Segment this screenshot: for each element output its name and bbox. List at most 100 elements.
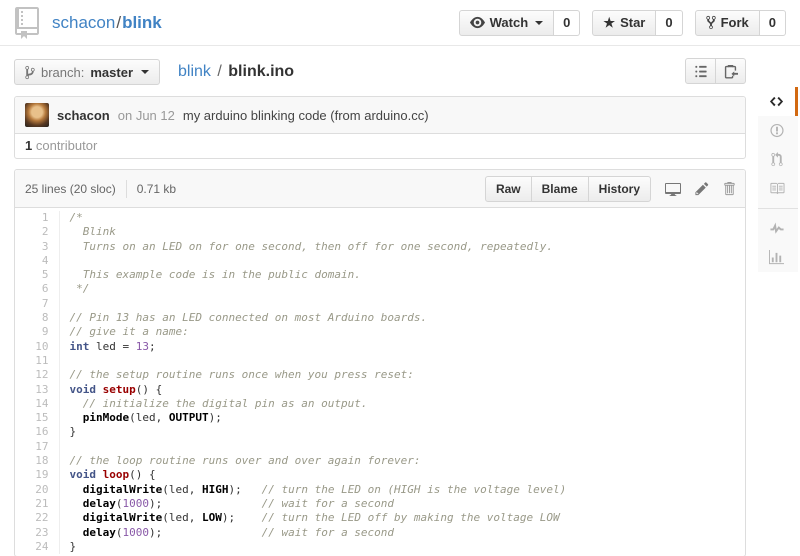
blame-button[interactable]: Blame: [531, 176, 589, 202]
contributors-row[interactable]: 1 contributor: [15, 134, 745, 158]
breadcrumb-separator: /: [215, 63, 223, 80]
code-view: 1/*2 Blink3 Turns on an LED on for one s…: [15, 208, 745, 556]
file-nav-actions: [685, 58, 746, 84]
code-line: 1/*: [15, 211, 745, 225]
open-in-desktop-button[interactable]: [665, 181, 681, 197]
code-line: 2 Blink: [15, 225, 745, 239]
file-info: 25 lines (20 sloc) 0.71 kb: [25, 180, 176, 198]
star-count[interactable]: 0: [656, 10, 682, 36]
repo-name-link[interactable]: blink: [122, 13, 162, 32]
code-line: 4: [15, 254, 745, 268]
line-content: [59, 354, 745, 368]
line-number[interactable]: 3: [15, 240, 59, 254]
line-number[interactable]: 6: [15, 282, 59, 296]
line-number[interactable]: 1: [15, 211, 59, 225]
sidebar-tab-issues[interactable]: [758, 116, 798, 145]
latest-commit-box: schacon on Jun 12 my arduino blinking co…: [14, 96, 746, 159]
commit-author-link[interactable]: schacon: [57, 108, 110, 123]
line-number[interactable]: 2: [15, 225, 59, 239]
delete-file-button[interactable]: [723, 181, 735, 196]
branch-selector-button[interactable]: branch: master: [14, 59, 160, 85]
line-number[interactable]: 22: [15, 511, 59, 525]
line-content: // give it a name:: [59, 325, 745, 339]
line-content: */: [59, 282, 745, 296]
fork-button[interactable]: Fork: [695, 10, 760, 36]
line-number[interactable]: 13: [15, 383, 59, 397]
line-number[interactable]: 21: [15, 497, 59, 511]
git-branch-icon: [25, 65, 35, 80]
commit-message[interactable]: my arduino blinking code (from arduino.c…: [183, 108, 429, 123]
line-content: void setup() {: [59, 383, 745, 397]
code-line: 3 Turns on an LED on for one second, the…: [15, 240, 745, 254]
file-info-divider: [126, 180, 127, 198]
line-number[interactable]: 24: [15, 540, 59, 554]
line-content: [59, 297, 745, 311]
clipboard-icon: [723, 64, 738, 79]
line-number[interactable]: 14: [15, 397, 59, 411]
line-number[interactable]: 16: [15, 425, 59, 439]
file-nav-row: branch: master blink / blink.ino: [14, 58, 746, 86]
watch-count[interactable]: 0: [554, 10, 580, 36]
line-number[interactable]: 18: [15, 454, 59, 468]
code-line: 24}: [15, 540, 745, 554]
line-content: /*: [59, 211, 745, 225]
code-line: 7: [15, 297, 745, 311]
code-table: 1/*2 Blink3 Turns on an LED on for one s…: [15, 211, 745, 554]
sidebar-divider: [758, 208, 798, 209]
line-content: void loop() {: [59, 468, 745, 482]
line-number[interactable]: 15: [15, 411, 59, 425]
line-number[interactable]: 20: [15, 483, 59, 497]
line-number[interactable]: 23: [15, 526, 59, 540]
sidebar-tab-code[interactable]: [758, 87, 798, 116]
breadcrumb-file-name: blink.ino: [228, 63, 294, 80]
star-button[interactable]: ★ Star: [592, 10, 656, 36]
code-line: 21 delay(1000); // wait for a second: [15, 497, 745, 511]
raw-button[interactable]: Raw: [485, 176, 532, 202]
social-buttons: Watch 0 ★ Star 0 Fork 0: [459, 10, 786, 36]
avatar[interactable]: [25, 103, 49, 127]
line-content: delay(1000); // wait for a second: [59, 526, 745, 540]
commit-date: on Jun 12: [118, 108, 175, 123]
fork-button-group: Fork 0: [695, 10, 786, 36]
line-number[interactable]: 8: [15, 311, 59, 325]
code-line: 13void setup() {: [15, 383, 745, 397]
issue-icon: [770, 123, 784, 138]
branch-name: master: [90, 65, 133, 80]
fork-icon: [706, 15, 716, 30]
sidebar-tab-pull-requests[interactable]: [758, 145, 798, 174]
sidebar-tab-wiki[interactable]: [758, 174, 798, 203]
line-number[interactable]: 7: [15, 297, 59, 311]
branch-label: branch:: [41, 65, 84, 80]
code-line: 18// the loop routine runs over and over…: [15, 454, 745, 468]
sidebar-tab-graphs[interactable]: [758, 243, 798, 272]
file-header: 25 lines (20 sloc) 0.71 kb Raw Blame His…: [15, 170, 745, 208]
repo-owner-link[interactable]: schacon: [52, 13, 115, 32]
fork-button-label: Fork: [721, 15, 749, 30]
code-line: 5 This example code is in the public dom…: [15, 268, 745, 282]
line-content: [59, 254, 745, 268]
history-button[interactable]: History: [588, 176, 651, 202]
line-number[interactable]: 17: [15, 440, 59, 454]
watch-button[interactable]: Watch: [459, 10, 555, 36]
line-number[interactable]: 5: [15, 268, 59, 282]
line-content: // initialize the digital pin as an outp…: [59, 397, 745, 411]
file-list-button[interactable]: [685, 58, 716, 84]
edit-file-button[interactable]: [695, 181, 709, 196]
line-number[interactable]: 12: [15, 368, 59, 382]
commit-tease: schacon on Jun 12 my arduino blinking co…: [15, 97, 745, 134]
line-content: digitalWrite(led, LOW); // turn the LED …: [59, 511, 745, 525]
file-box: 25 lines (20 sloc) 0.71 kb Raw Blame His…: [14, 169, 746, 556]
desktop-icon: [665, 181, 681, 197]
line-number[interactable]: 4: [15, 254, 59, 268]
line-number[interactable]: 11: [15, 354, 59, 368]
breadcrumb-repo-link[interactable]: blink: [178, 63, 211, 80]
line-number[interactable]: 10: [15, 340, 59, 354]
file-size-info: 0.71 kb: [137, 182, 176, 196]
copy-path-button[interactable]: [715, 58, 746, 84]
line-number[interactable]: 9: [15, 325, 59, 339]
fork-count[interactable]: 0: [760, 10, 786, 36]
line-number[interactable]: 19: [15, 468, 59, 482]
code-line: 8// Pin 13 has an LED connected on most …: [15, 311, 745, 325]
sidebar-tab-pulse[interactable]: [758, 214, 798, 243]
repo-title: schacon/blink: [14, 7, 162, 39]
